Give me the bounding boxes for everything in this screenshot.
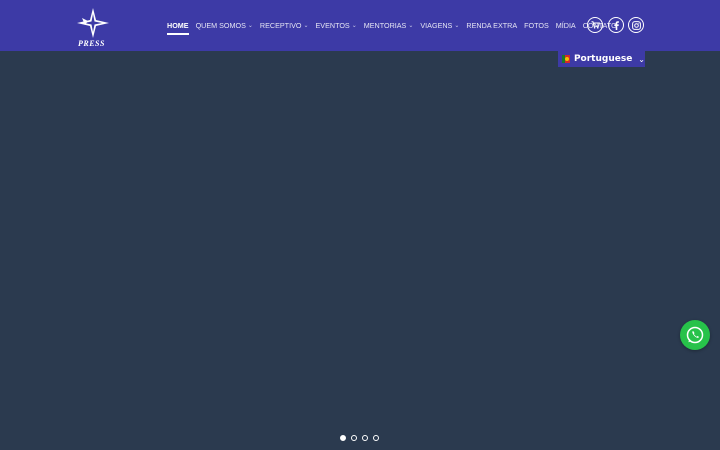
nav-item-mentorias[interactable]: MENTORIAS ⌄ bbox=[364, 21, 414, 30]
chevron-down-icon: ⌄ bbox=[351, 23, 357, 29]
nav-item-receptivo[interactable]: RECEPTIVO ⌄ bbox=[260, 21, 309, 30]
chevron-down-icon: ⌄ bbox=[247, 23, 253, 29]
nav-label: FOTOS bbox=[524, 21, 549, 30]
nav-item-eventos[interactable]: EVENTOS ⌄ bbox=[316, 21, 357, 30]
nav-item-midia[interactable]: MÍDIA bbox=[556, 21, 576, 30]
site-header: PRESS HOME QUEM SOMOS ⌄ RECEPTIVO ⌄ EVENTO… bbox=[0, 0, 720, 51]
whatsapp-button[interactable] bbox=[680, 320, 710, 350]
logo-text: PRESS bbox=[78, 39, 105, 48]
chevron-down-icon: ⌄ bbox=[454, 23, 460, 29]
nav-item-renda-extra[interactable]: RENDA EXTRA bbox=[466, 21, 517, 30]
cart-icon bbox=[591, 21, 600, 29]
facebook-button[interactable] bbox=[608, 17, 624, 33]
slider-dots bbox=[340, 435, 384, 441]
instagram-icon bbox=[631, 20, 641, 30]
chevron-down-icon: ⌄ bbox=[408, 23, 414, 29]
slider-dot[interactable] bbox=[340, 435, 346, 441]
nav-item-quem-somos[interactable]: QUEM SOMOS ⌄ bbox=[196, 21, 253, 30]
site-logo[interactable]: PRESS bbox=[74, 6, 112, 50]
nav-label: RENDA EXTRA bbox=[466, 21, 518, 30]
nav-label: VIAGENS bbox=[420, 21, 453, 30]
language-selector[interactable]: Portuguese ⌄ bbox=[558, 51, 645, 67]
instagram-button[interactable] bbox=[628, 17, 644, 33]
hero-slider[interactable] bbox=[0, 51, 720, 450]
nav-label: MENTORIAS bbox=[363, 21, 407, 30]
slider-dot[interactable] bbox=[362, 435, 368, 441]
chevron-down-icon: ⌄ bbox=[638, 54, 645, 64]
nav-item-fotos[interactable]: FOTOS bbox=[524, 21, 549, 30]
nav-label: QUEM SOMOS bbox=[195, 21, 246, 30]
whatsapp-icon bbox=[686, 326, 704, 344]
slider-dot[interactable] bbox=[351, 435, 357, 441]
nav-label: HOME bbox=[167, 21, 189, 30]
star-logo-icon bbox=[77, 8, 109, 38]
main-nav: HOME QUEM SOMOS ⌄ RECEPTIVO ⌄ EVENTOS ⌄ MEN… bbox=[167, 0, 624, 51]
chevron-down-icon: ⌄ bbox=[303, 23, 309, 29]
nav-item-home[interactable]: HOME bbox=[167, 21, 189, 35]
facebook-icon bbox=[613, 20, 619, 30]
language-label: Portuguese bbox=[573, 54, 633, 64]
nav-item-viagens[interactable]: VIAGENS ⌄ bbox=[420, 21, 459, 30]
nav-label: RECEPTIVO bbox=[259, 21, 302, 30]
slider-dot[interactable] bbox=[373, 435, 379, 441]
nav-label: EVENTOS bbox=[315, 21, 350, 30]
portugal-flag-icon bbox=[562, 55, 570, 63]
cart-button[interactable] bbox=[587, 17, 603, 33]
nav-label: MÍDIA bbox=[555, 21, 576, 30]
